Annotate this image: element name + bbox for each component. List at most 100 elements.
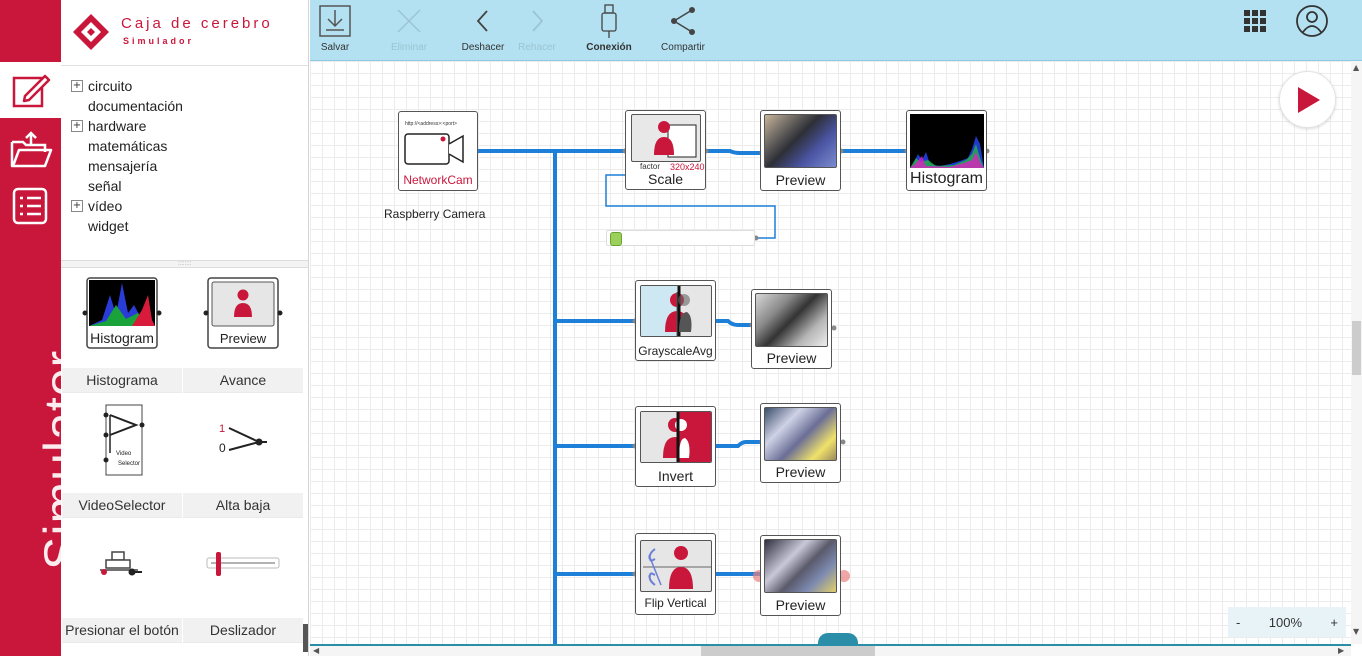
- switch-block-icon: 1 0: [219, 423, 267, 455]
- horizontal-scroll-thumb[interactable]: [701, 646, 875, 656]
- videoselector-block-icon: Video Selector: [103, 404, 145, 476]
- left-rail: Simulator: [0, 0, 90, 656]
- tree-item-label: widget: [88, 218, 129, 234]
- redo-button[interactable]: Rehacer: [514, 0, 560, 61]
- zoom-in-button[interactable]: +: [1330, 615, 1338, 630]
- undo-label: Deshacer: [461, 42, 505, 53]
- node-preview-4[interactable]: Preview: [760, 535, 841, 616]
- tree-item-video[interactable]: + vídeo: [71, 196, 308, 216]
- scroll-right-icon[interactable]: ▶: [1338, 646, 1344, 655]
- node-invert[interactable]: Invert: [635, 406, 716, 487]
- scale-param-label: factor: [640, 162, 661, 171]
- delete-button[interactable]: Eliminar: [386, 0, 432, 61]
- preview-1-image: [764, 114, 837, 168]
- folder-open-icon: [10, 131, 52, 168]
- preview-4-image: [764, 539, 837, 593]
- palette-block-label: Histograma: [62, 368, 182, 392]
- scroll-down-icon[interactable]: ▼: [1353, 627, 1359, 636]
- node-flip-vertical[interactable]: Flip Vertical: [635, 533, 716, 615]
- node-histogram[interactable]: Histogram: [906, 110, 987, 191]
- node-histogram-title: Histogram: [910, 170, 983, 187]
- palette-block-histogram[interactable]: Histogram Histograma: [62, 268, 182, 393]
- palette-block-label: Alta baja: [183, 493, 303, 517]
- camera-url-hint: http://<address>:<port>: [405, 121, 457, 127]
- palette-block-preview[interactable]: Preview Avance: [183, 268, 303, 393]
- tree-item-documentacion[interactable]: documentación: [71, 96, 308, 116]
- design-canvas[interactable]: http://<address>:<port> NetworkCam Raspb…: [310, 61, 1351, 644]
- node-preview-2[interactable]: Preview: [751, 289, 832, 369]
- zoom-out-button[interactable]: -: [1236, 615, 1240, 630]
- category-tree: + circuito documentación + hardware matemá…: [61, 66, 308, 260]
- node-preview-1[interactable]: Preview: [760, 110, 841, 191]
- histogram-display: [910, 114, 984, 168]
- factor-slider[interactable]: [606, 230, 755, 246]
- tree-item-mensajeria[interactable]: mensajería: [71, 156, 308, 176]
- node-preview-title: Preview: [766, 350, 817, 366]
- slider-thumb[interactable]: [610, 232, 622, 246]
- toolbar: Salvar Eliminar Deshacer Rehacer Conexió…: [310, 0, 1362, 61]
- panel-scrollbar[interactable]: [303, 624, 308, 652]
- edit-mode-button[interactable]: [0, 62, 61, 118]
- bottom-drawer-handle[interactable]: [818, 633, 858, 644]
- tree-item-matematicas[interactable]: matemáticas: [71, 136, 308, 156]
- palette-block-slider[interactable]: Deslizador: [183, 518, 303, 643]
- vertical-scrollbar[interactable]: ▲ ▼: [1351, 61, 1362, 644]
- chevron-left-icon: [476, 10, 488, 32]
- node-networkcam[interactable]: http://<address>:<port> NetworkCam: [398, 111, 478, 191]
- palette-block-label: Deslizador: [183, 618, 303, 642]
- histogram-block-art-title: Histogram: [90, 330, 154, 346]
- node-networkcam-title: NetworkCam: [403, 173, 473, 187]
- tree-item-label: circuito: [88, 78, 133, 94]
- zoom-level: 100%: [1268, 614, 1302, 630]
- save-icon: [319, 5, 351, 37]
- apps-button[interactable]: [1240, 0, 1270, 61]
- tree-item-circuito[interactable]: + circuito: [71, 76, 308, 96]
- horizontal-scrollbar[interactable]: ◀ ▶: [310, 644, 1351, 656]
- tree-item-hardware[interactable]: + hardware: [71, 116, 308, 136]
- usb-icon: [601, 4, 617, 38]
- panel-splitter[interactable]: ::::::::: [61, 260, 308, 268]
- tree-item-label: hardware: [88, 118, 147, 134]
- run-button[interactable]: [1279, 71, 1336, 128]
- scale-icon: [654, 121, 697, 158]
- connection-button[interactable]: Conexión: [584, 0, 634, 61]
- palette-block-highlow[interactable]: 1 0 Alta baja: [183, 393, 303, 518]
- account-button[interactable]: [1294, 0, 1330, 61]
- tree-item-label: vídeo: [88, 198, 123, 214]
- pushbutton-block-icon: [100, 551, 142, 576]
- node-grayscaleavg[interactable]: GrayscaleAvg: [635, 280, 716, 361]
- flip-thumbnail: [640, 540, 712, 592]
- share-icon: [671, 7, 695, 35]
- expand-icon[interactable]: +: [71, 120, 83, 132]
- node-preview-3[interactable]: Preview: [760, 403, 841, 483]
- vertical-scroll-thumb[interactable]: [1352, 321, 1361, 375]
- palette-block-label: VideoSelector: [62, 493, 182, 517]
- expand-icon[interactable]: +: [71, 200, 83, 212]
- edit-icon: [12, 74, 50, 108]
- palette-block-pushbutton[interactable]: Presionar el botón: [62, 518, 182, 643]
- save-button[interactable]: Salvar: [316, 0, 354, 61]
- expand-icon[interactable]: +: [71, 80, 83, 92]
- node-scale[interactable]: factor 320x240 Scale: [625, 110, 706, 190]
- preview-3-image: [764, 407, 837, 461]
- scroll-up-icon[interactable]: ▲: [1353, 63, 1359, 72]
- svg-text:Selector: Selector: [118, 461, 140, 467]
- scroll-left-icon[interactable]: ◀: [313, 646, 319, 655]
- tree-item-senal[interactable]: señal: [71, 176, 308, 196]
- tree-item-label: matemáticas: [88, 138, 168, 154]
- preview-block-icon: Preview: [203, 277, 283, 349]
- brand-subtitle: Simulador: [123, 36, 195, 46]
- play-icon: [1297, 86, 1320, 113]
- scale-thumbnail: [631, 114, 701, 162]
- undo-button[interactable]: Deshacer: [458, 0, 508, 61]
- block-palette: Histogram Histograma Preview Avance Vide…: [61, 268, 308, 643]
- close-icon: [397, 9, 421, 33]
- app-window: Simulator Caja de cerebro Simulador + cir…: [0, 0, 1362, 656]
- tree-item-widget[interactable]: widget: [71, 216, 308, 236]
- list-button[interactable]: [0, 178, 61, 234]
- palette-block-videoselector[interactable]: Video Selector VideoSelector: [62, 393, 182, 518]
- redo-label: Rehacer: [518, 42, 556, 53]
- share-button[interactable]: Compartir: [658, 0, 708, 61]
- open-folder-button[interactable]: [0, 122, 61, 178]
- node-invert-title: Invert: [657, 468, 693, 484]
